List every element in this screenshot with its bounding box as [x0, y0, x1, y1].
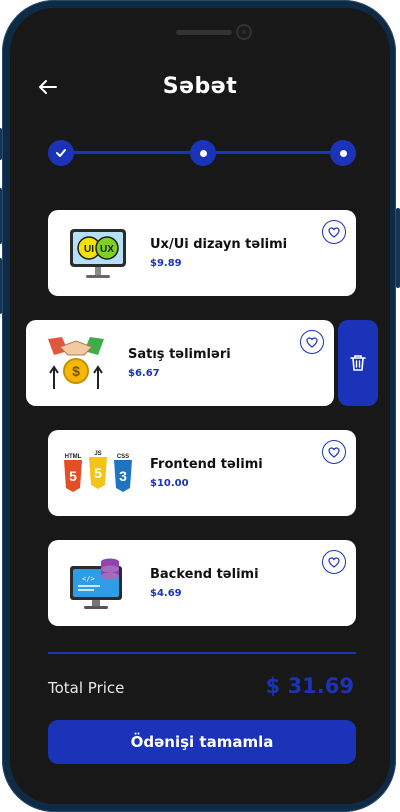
total-price-value: $ 31.69	[265, 674, 354, 698]
css-tag: CSS	[117, 454, 129, 460]
delete-button[interactable]	[338, 320, 378, 406]
js-tag: JS	[94, 451, 101, 457]
phone-button	[0, 128, 2, 160]
favorite-button[interactable]	[322, 550, 346, 574]
phone-frame: Səbət UI UX Ux/Ui dizayn təlimi $9.89 $ …	[0, 0, 400, 812]
speaker	[176, 30, 232, 35]
check-icon	[56, 149, 66, 157]
complete-payment-button[interactable]: Ödənişi tamamla	[48, 720, 356, 764]
page-title: Səbət	[162, 74, 238, 99]
cart-item-title: Frontend təlimi	[150, 457, 263, 472]
phone-button	[0, 188, 2, 244]
step-1[interactable]	[48, 140, 74, 166]
html-js-css-icon: HTML 5 JS 5 CSS 3	[58, 438, 138, 508]
favorite-button[interactable]	[322, 440, 346, 464]
cart-item-title: Ux/Ui dizayn təlimi	[150, 237, 288, 252]
cart-item-price: $10.00	[150, 478, 189, 489]
heart-icon	[328, 226, 340, 238]
cart-item[interactable]: HTML 5 JS 5 CSS 3 Frontend təlimi $10.00	[48, 430, 356, 516]
summary-divider	[48, 652, 356, 654]
cart-item-text: Frontend təlimi $10.00	[150, 457, 263, 489]
heart-icon	[306, 336, 318, 348]
svg-text:UX: UX	[100, 244, 114, 255]
cart-item[interactable]: $ Satış təlimləri $6.67	[26, 320, 334, 406]
phone-button	[396, 208, 400, 288]
backend-monitor-icon: </>	[58, 548, 138, 618]
sales-handshake-icon: $	[36, 328, 116, 398]
cart-item-text: Satış təlimləri $6.67	[128, 347, 231, 379]
cart-item-title: Backend təlimi	[150, 567, 259, 582]
cart-item-price: $6.67	[128, 368, 160, 379]
total-price-label: Total Price	[48, 679, 125, 697]
cart-item-text: Ux/Ui dizayn təlimi $9.89	[150, 237, 287, 269]
heart-icon	[328, 446, 340, 458]
svg-text:5: 5	[69, 468, 77, 484]
svg-text:$: $	[72, 363, 80, 379]
screen: Səbət UI UX Ux/Ui dizayn təlimi $9.89 $ …	[10, 8, 390, 804]
step-3[interactable]	[330, 140, 356, 166]
cart-item-text: Backend təlimi $4.69	[150, 567, 259, 599]
svg-text:</>: </>	[82, 575, 95, 583]
html-tag: HTML	[65, 454, 82, 460]
svg-text:3: 3	[119, 468, 127, 484]
cart-item-price: $9.89	[150, 258, 182, 269]
camera	[236, 24, 252, 40]
ui-ux-monitor-icon: UI UX	[58, 218, 138, 288]
favorite-button[interactable]	[300, 330, 324, 354]
cart-item[interactable]: </> Backend təlimi $4.69	[48, 540, 356, 626]
cart-item-price: $4.69	[150, 588, 182, 599]
cart-item-title: Satış təlimləri	[128, 347, 231, 362]
favorite-button[interactable]	[322, 220, 346, 244]
svg-text:UI: UI	[84, 244, 94, 255]
svg-text:5: 5	[94, 465, 102, 481]
cart-item[interactable]: UI UX Ux/Ui dizayn təlimi $9.89	[48, 210, 356, 296]
step-2[interactable]	[190, 140, 216, 166]
step-dot	[199, 149, 207, 157]
step-dot	[339, 149, 347, 157]
heart-icon	[328, 556, 340, 568]
phone-button	[0, 258, 2, 314]
checkout-stepper	[48, 140, 358, 166]
trash-icon	[350, 355, 366, 371]
